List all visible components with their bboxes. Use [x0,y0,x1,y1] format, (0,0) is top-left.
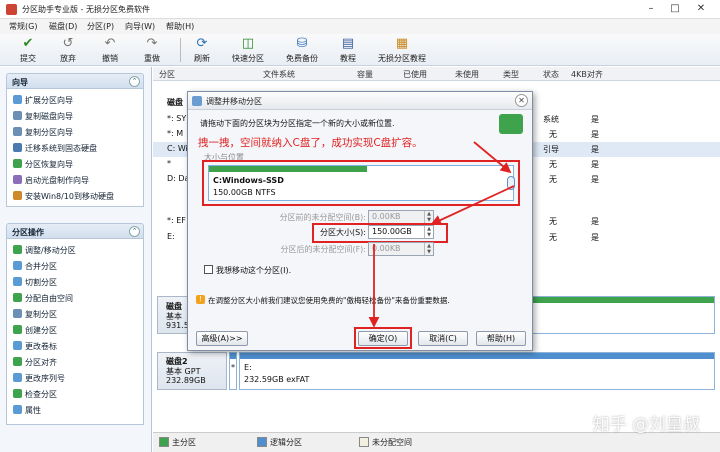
arrow-to-handle [473,141,512,174]
watermark: 知乎 @刘皇叔 [592,415,700,435]
annotation-arrows [368,141,515,328]
arrow-to-size [430,185,515,226]
